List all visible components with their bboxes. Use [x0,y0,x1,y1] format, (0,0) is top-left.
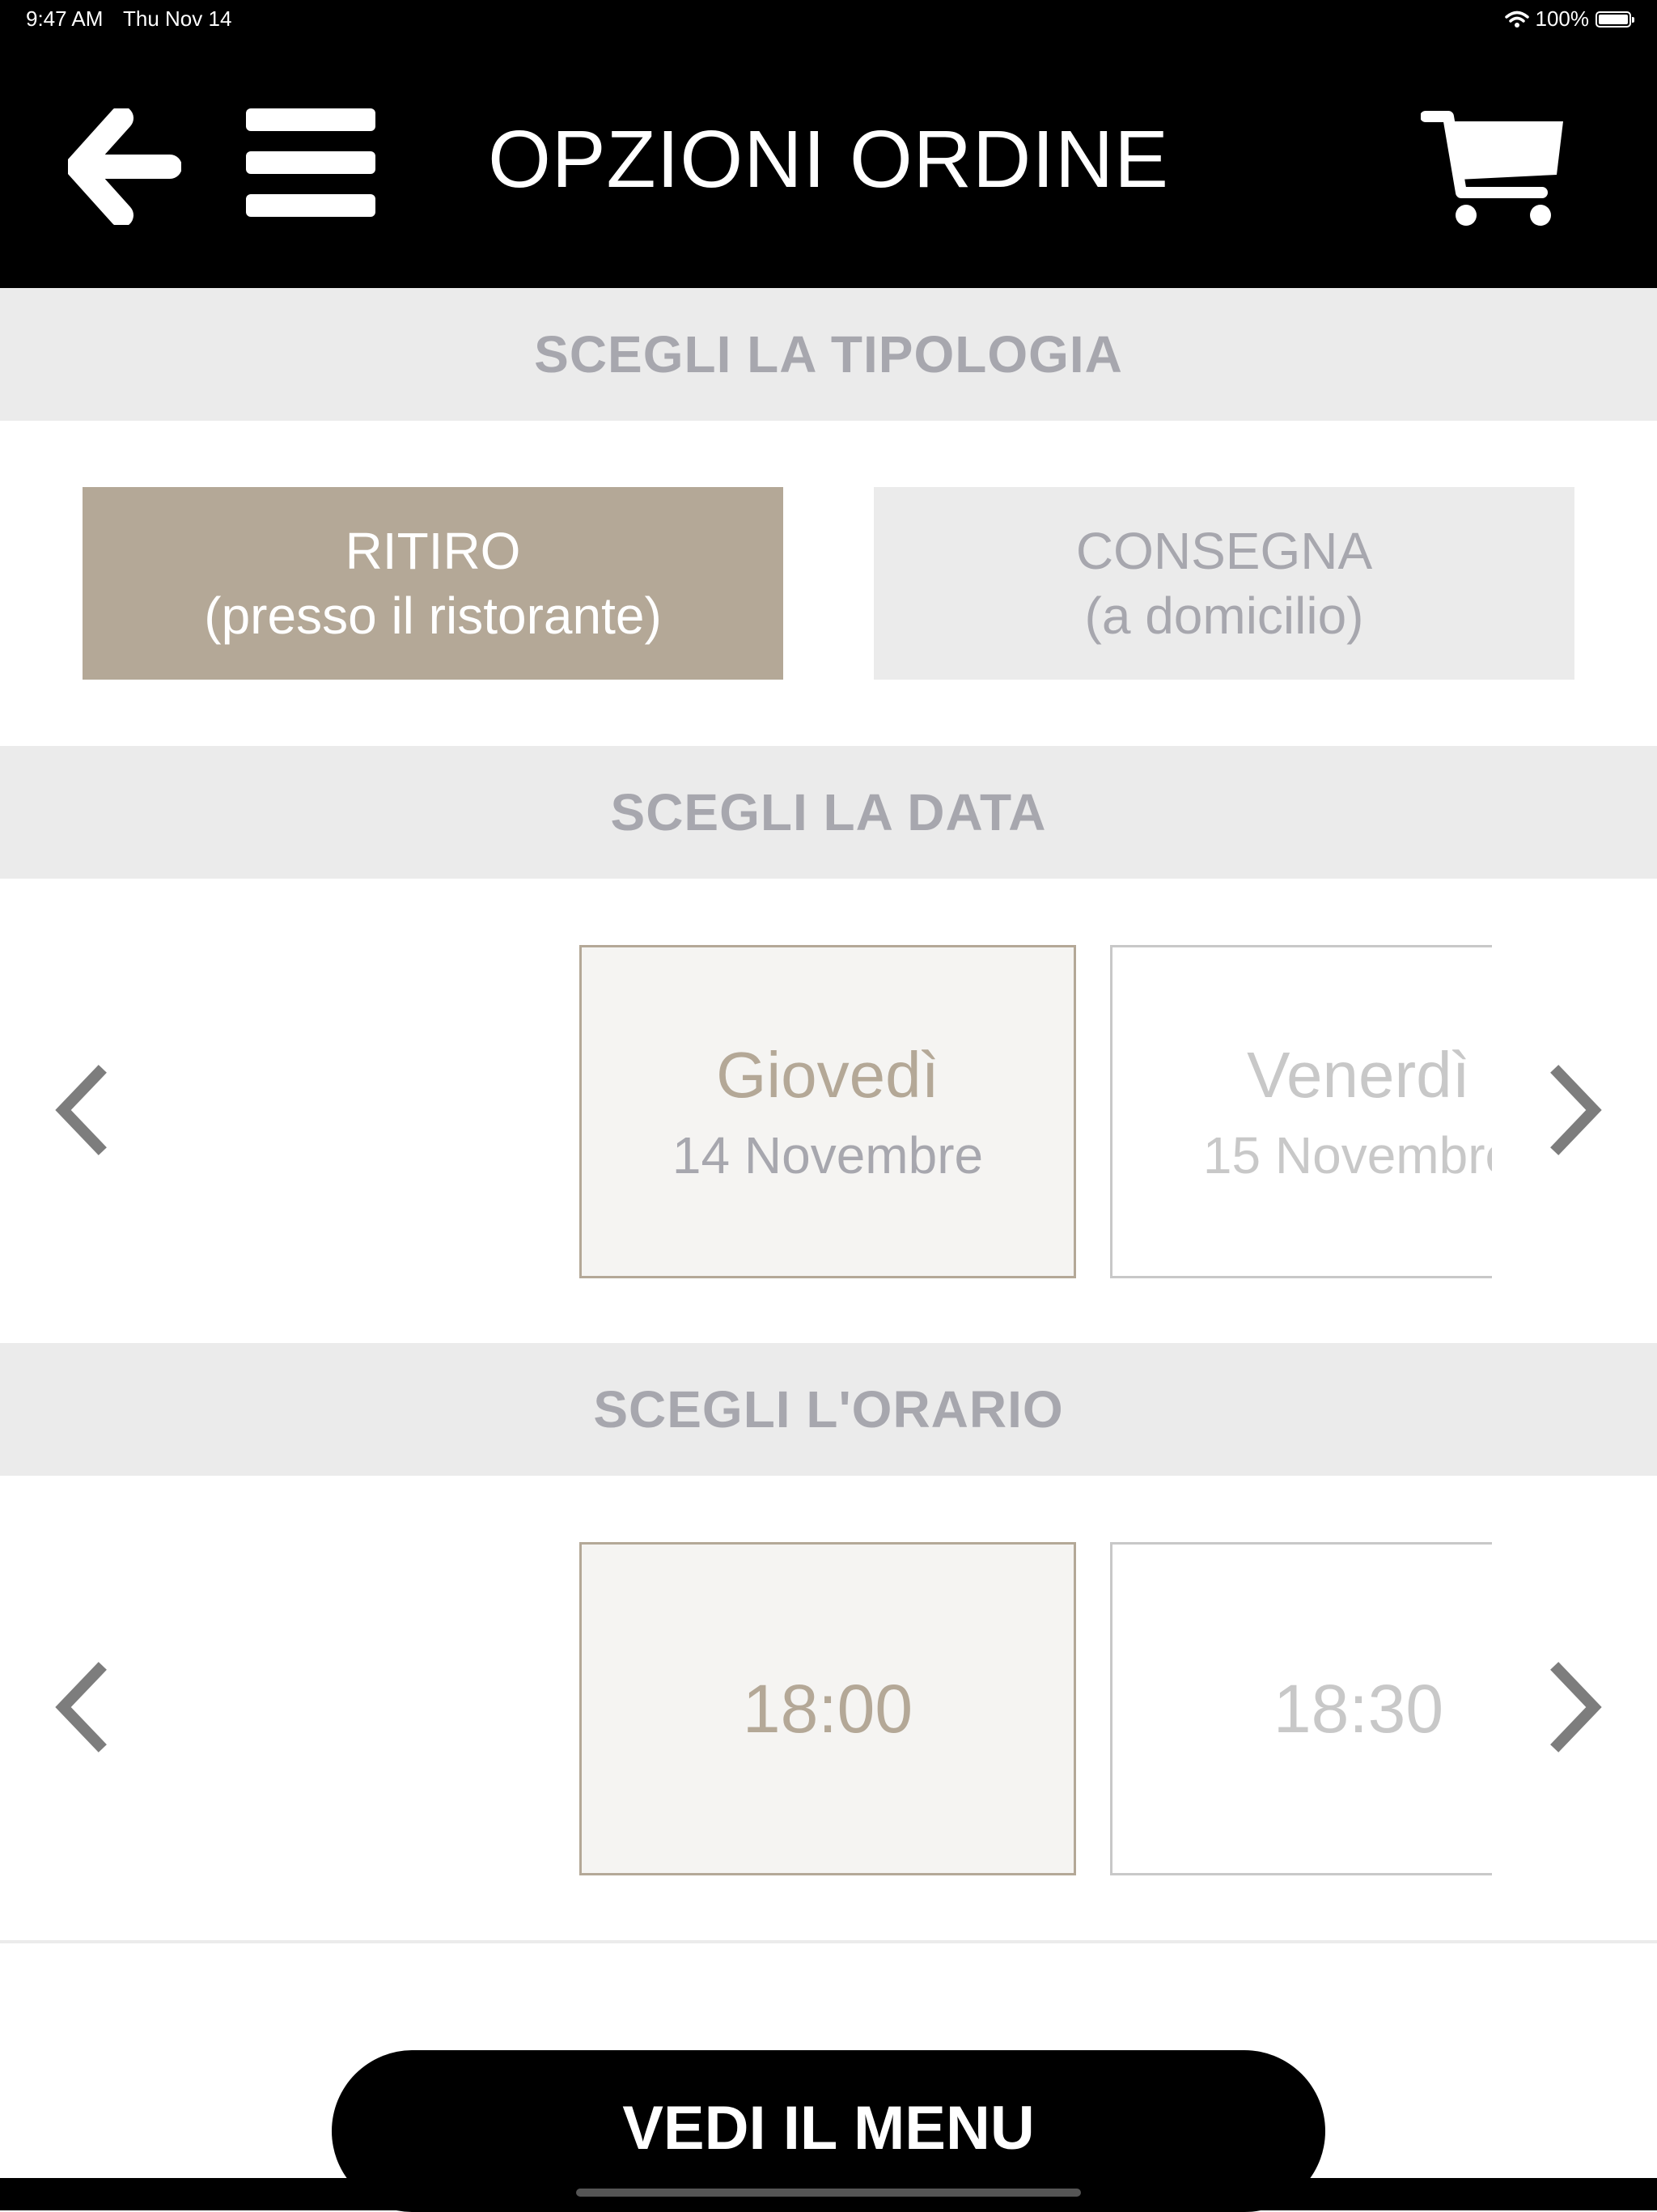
date-carousel: Giovedì 14 Novembre Venerdì 15 Novembre [579,945,1492,1278]
date-card[interactable]: Venerdì 15 Novembre [1110,945,1492,1278]
type-option-sublabel: (presso il ristorante) [204,587,662,645]
header-bar: OPZIONI ORDINE [0,40,1657,288]
date-card-day: Venerdì [1247,1039,1470,1111]
section-header-type: SCEGLI LA TIPOLOGIA [0,288,1657,421]
page-title: OPZIONI ORDINE [488,114,1169,205]
date-card-date: 15 Novembre [1202,1126,1492,1184]
time-slot-selected[interactable]: 18:00 [579,1542,1076,1875]
time-slot-label: 18:00 [742,1670,913,1747]
time-slot-label: 18:30 [1273,1670,1444,1747]
cart-icon[interactable] [1421,105,1566,227]
chevron-right-icon[interactable] [1544,1659,1608,1756]
date-card-day: Giovedì [716,1039,939,1111]
battery-icon [1596,11,1634,28]
status-bar: 9:47 AM Thu Nov 14 100% [0,0,1657,40]
date-card-selected[interactable]: Giovedì 14 Novembre [579,945,1076,1278]
type-option-delivery[interactable]: CONSEGNA (a domicilio) [874,487,1574,680]
status-right: 100% [1504,6,1634,32]
date-card-date: 14 Novembre [672,1126,984,1184]
chevron-right-icon[interactable] [1544,1062,1608,1159]
divider [0,1940,1657,1943]
wifi-icon [1504,11,1529,28]
time-carousel: 18:00 18:30 [579,1542,1492,1875]
type-option-sublabel: (a domicilio) [1084,587,1364,645]
status-time: 9:47 AM [26,6,104,31]
type-option-pickup[interactable]: RITIRO (presso il ristorante) [83,487,783,680]
battery-percentage: 100% [1535,6,1590,31]
time-slot[interactable]: 18:30 [1110,1542,1492,1875]
type-option-label: CONSEGNA [1075,522,1373,580]
chevron-left-icon[interactable] [49,1659,113,1756]
type-option-label: RITIRO [345,522,521,580]
section-header-date: SCEGLI LA DATA [0,746,1657,879]
section-header-time: SCEGLI L'ORARIO [0,1343,1657,1476]
status-date: Thu Nov 14 [123,6,232,31]
home-indicator[interactable] [576,2189,1081,2197]
chevron-left-icon[interactable] [49,1062,113,1159]
